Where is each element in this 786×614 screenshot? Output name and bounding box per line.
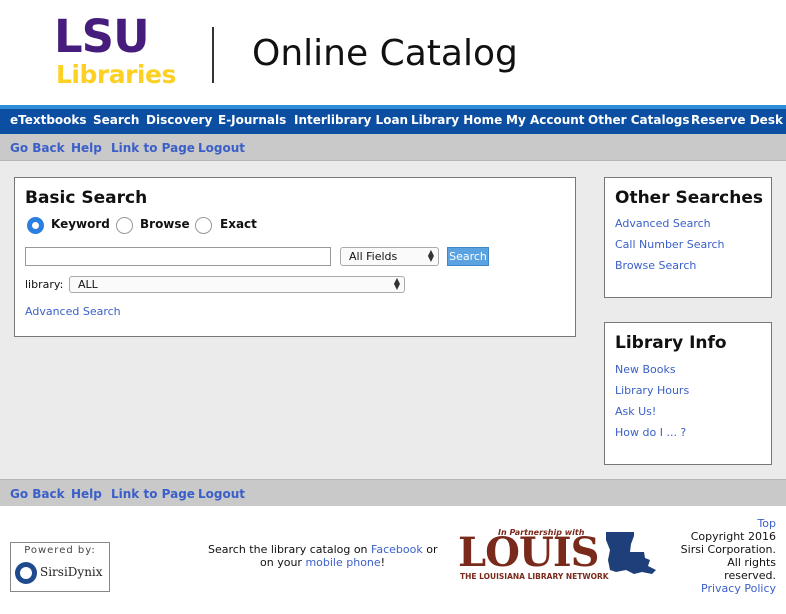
how-do-i-link[interactable]: How do I ... ? xyxy=(615,426,686,439)
other-advanced-search-link[interactable]: Advanced Search xyxy=(615,217,711,230)
main-nav: eTextbooks Search Discovery E-Journals I… xyxy=(0,105,786,134)
privacy-policy-link[interactable]: Privacy Policy xyxy=(701,582,776,595)
logo-libraries-text: Libraries xyxy=(56,60,176,89)
exact-label[interactable]: Exact xyxy=(220,217,257,231)
nav-interlibrary-loan[interactable]: Interlibrary Loan xyxy=(294,113,408,127)
utility-bar-bottom: Go Back Help Link to Page Logout xyxy=(0,479,786,506)
go-back-link[interactable]: Go Back xyxy=(10,141,65,155)
nav-ejournals[interactable]: E-Journals xyxy=(218,113,286,127)
sirsidynix-name: SirsiDynix xyxy=(40,565,103,579)
keyword-label[interactable]: Keyword xyxy=(51,217,110,231)
page-title: Online Catalog xyxy=(252,33,518,74)
site-footer: Powered by: SirsiDynix Search the librar… xyxy=(0,506,786,614)
nav-other-catalogs[interactable]: Other Catalogs xyxy=(588,113,690,127)
ask-us-link[interactable]: Ask Us! xyxy=(615,405,656,418)
social-text-4: ! xyxy=(380,556,386,569)
other-searches-title: Other Searches xyxy=(615,188,763,208)
advanced-search-link[interactable]: Advanced Search xyxy=(25,305,121,318)
help-link[interactable]: Help xyxy=(71,487,102,501)
library-info-panel: Library Info New Books Library Hours Ask… xyxy=(604,322,772,465)
lsu-libraries-logo[interactable]: LSU Libraries xyxy=(54,10,176,89)
copyright-line-4: reserved. xyxy=(724,569,776,582)
social-text-2: or xyxy=(426,543,438,556)
other-searches-panel: Other Searches Advanced Search Call Numb… xyxy=(604,177,772,298)
sirsidynix-badge[interactable]: Powered by: SirsiDynix xyxy=(10,542,110,592)
link-to-page-link[interactable]: Link to Page xyxy=(111,487,195,501)
select-arrows-icon: ▲ ▼ xyxy=(393,276,400,291)
search-input[interactable] xyxy=(25,247,331,266)
library-value: ALL xyxy=(78,278,98,291)
browse-label[interactable]: Browse xyxy=(140,217,190,231)
louisiana-state-icon xyxy=(606,532,656,574)
exact-radio[interactable] xyxy=(195,217,212,234)
sirsidynix-logo-icon xyxy=(15,562,37,584)
copyright-line-1: Copyright 2016 xyxy=(690,530,776,543)
louis-wordmark: LOUIS xyxy=(458,529,599,576)
select-arrows-icon: ▲ ▼ xyxy=(427,248,434,263)
link-to-page-link[interactable]: Link to Page xyxy=(111,141,195,155)
search-field-select[interactable]: All Fields ▲ ▼ xyxy=(340,247,439,266)
header-divider xyxy=(212,27,214,83)
basic-search-title: Basic Search xyxy=(25,188,148,208)
louis-logo[interactable]: In Partnership with LOUIS THE LOUISIANA … xyxy=(458,528,660,584)
go-back-link[interactable]: Go Back xyxy=(10,487,65,501)
basic-search-panel: Basic Search Keyword Browse Exact All Fi… xyxy=(14,177,576,337)
nav-library-home[interactable]: Library Home xyxy=(411,113,502,127)
louis-network-text: THE LOUISIANA LIBRARY NETWORK xyxy=(460,572,609,581)
social-text-3: on your xyxy=(260,556,302,569)
nav-my-account[interactable]: My Account xyxy=(506,113,585,127)
mobile-phone-link[interactable]: mobile phone xyxy=(305,556,380,569)
logout-link[interactable]: Logout xyxy=(198,487,245,501)
help-link[interactable]: Help xyxy=(71,141,102,155)
social-line-2: on your mobile phone! xyxy=(260,556,385,569)
social-line-1: Search the library catalog on Facebook o… xyxy=(208,543,438,556)
powered-by-label: Powered by: xyxy=(24,545,96,556)
search-button[interactable]: Search xyxy=(447,247,489,266)
library-info-title: Library Info xyxy=(615,333,727,353)
facebook-link[interactable]: Facebook xyxy=(371,543,423,556)
top-link-text[interactable]: Top xyxy=(757,517,776,530)
site-header: LSU Libraries Online Catalog xyxy=(0,0,786,105)
logo-lsu-text: LSU xyxy=(54,10,150,63)
search-field-value: All Fields xyxy=(349,250,398,263)
copyright-line-2: Sirsi Corporation. xyxy=(680,543,776,556)
logout-link[interactable]: Logout xyxy=(198,141,245,155)
privacy-policy[interactable]: Privacy Policy xyxy=(701,582,776,595)
new-books-link[interactable]: New Books xyxy=(615,363,676,376)
nav-search[interactable]: Search xyxy=(93,113,139,127)
library-label: library: xyxy=(25,278,64,291)
nav-etextbooks[interactable]: eTextbooks xyxy=(10,113,87,127)
browse-search-link[interactable]: Browse Search xyxy=(615,259,696,272)
library-hours-link[interactable]: Library Hours xyxy=(615,384,689,397)
utility-bar-top: Go Back Help Link to Page Logout xyxy=(0,134,786,161)
call-number-search-link[interactable]: Call Number Search xyxy=(615,238,725,251)
library-select[interactable]: ALL ▲ ▼ xyxy=(69,276,405,293)
browse-radio[interactable] xyxy=(116,217,133,234)
copyright-line-3: All rights xyxy=(727,556,776,569)
nav-reserve-desk[interactable]: Reserve Desk xyxy=(691,113,783,127)
nav-discovery[interactable]: Discovery xyxy=(146,113,212,127)
top-link[interactable]: Top xyxy=(757,517,776,530)
social-text-1: Search the library catalog on xyxy=(208,543,368,556)
keyword-radio[interactable] xyxy=(27,217,44,234)
